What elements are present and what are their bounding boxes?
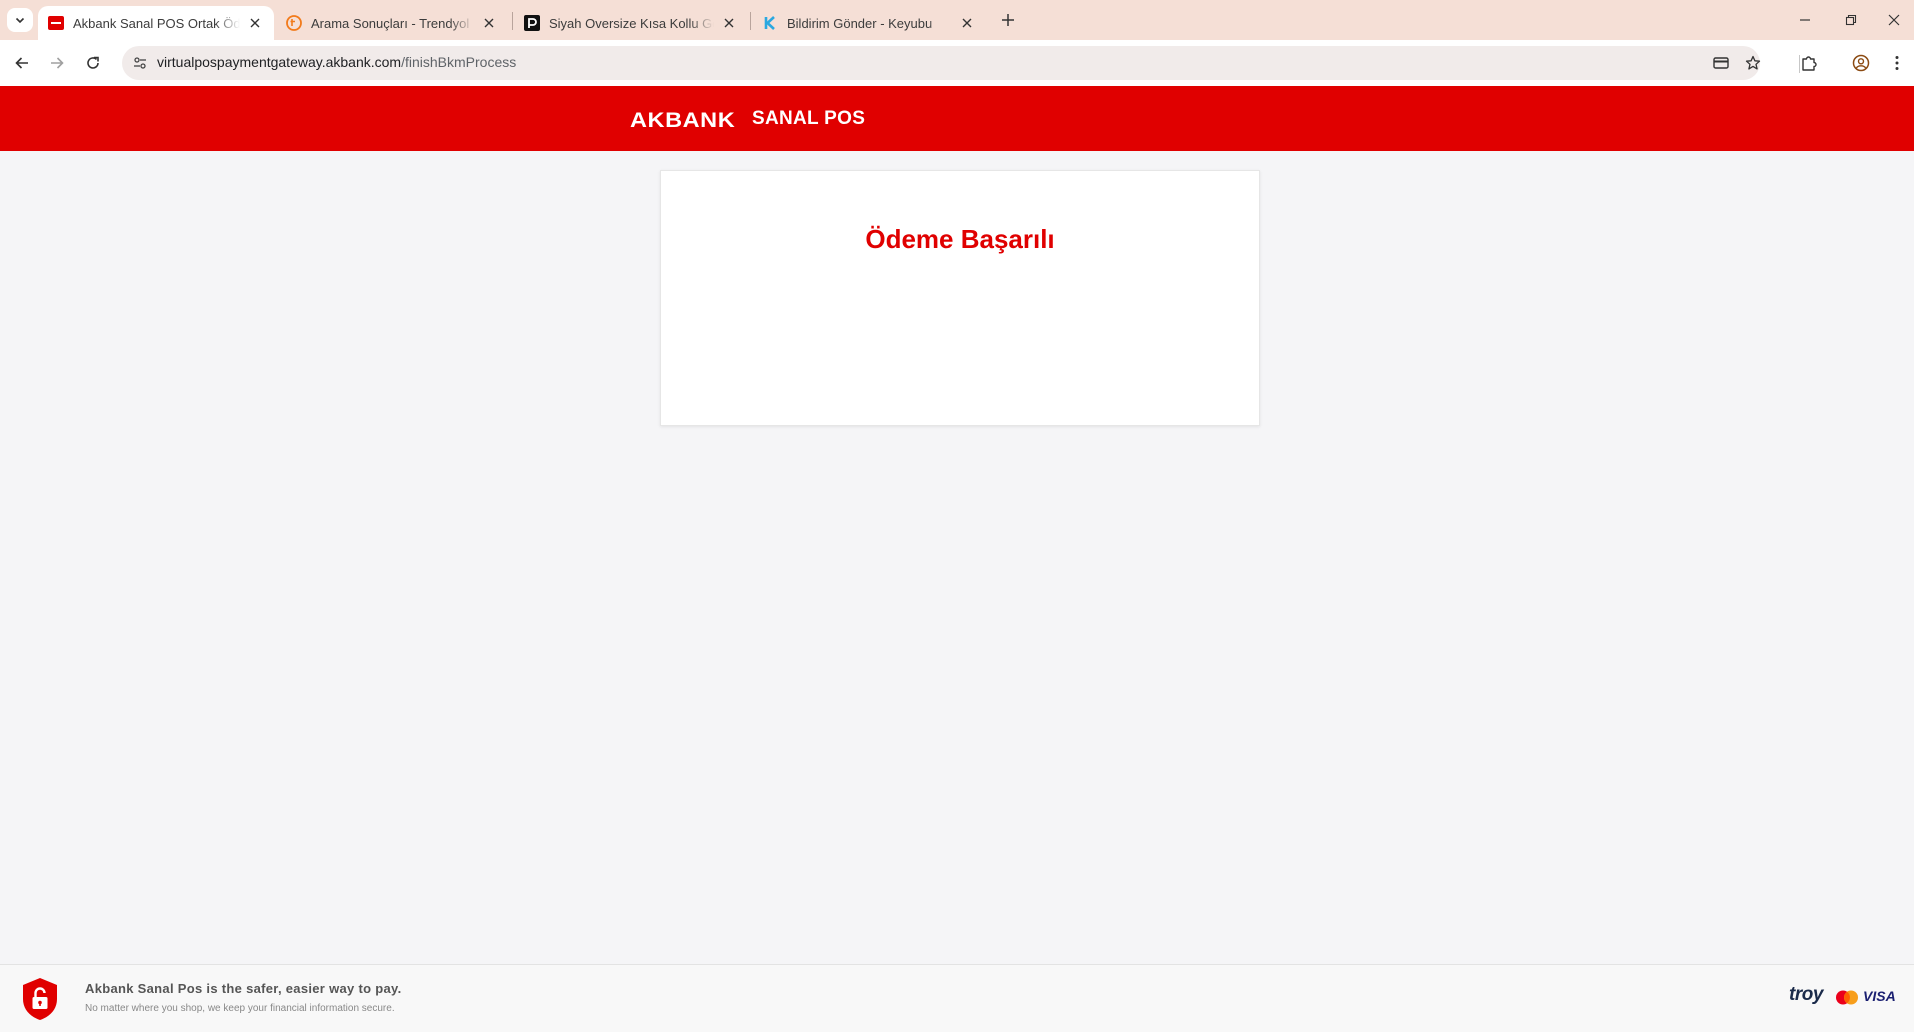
- visa-logo: VISA: [1863, 988, 1896, 1004]
- toolbar-divider: [1799, 55, 1800, 73]
- tab-separator: [512, 12, 513, 30]
- close-icon[interactable]: [720, 14, 738, 32]
- tab-trendyol[interactable]: Arama Sonuçları - Trendyol: [276, 6, 508, 40]
- profile-button[interactable]: [1846, 48, 1876, 78]
- close-icon: [1888, 14, 1900, 26]
- browser-toolbar: virtualpospaymentgateway.akbank.com/fini…: [0, 40, 1914, 86]
- browser-menu-button[interactable]: [1882, 48, 1912, 78]
- url-text: virtualpospaymentgateway.akbank.com/fini…: [157, 54, 516, 70]
- minimize-icon: [1800, 19, 1810, 21]
- forward-button[interactable]: [42, 48, 72, 78]
- tab-title: Bildirim Gönder - Keyubu: [787, 15, 933, 31]
- restore-icon: [1845, 14, 1857, 26]
- kebab-menu-icon: [1895, 56, 1899, 70]
- akbank-favicon: [48, 15, 64, 31]
- page-footer: Akbank Sanal Pos is the safer, easier wa…: [0, 964, 1914, 1032]
- url-host: virtualpospaymentgateway.akbank.com: [157, 54, 402, 70]
- tab-akbank[interactable]: Akbank Sanal POS Ortak Ödeme: [38, 6, 274, 40]
- site-info-icon[interactable]: [130, 53, 150, 73]
- window-close-button[interactable]: [1874, 0, 1914, 40]
- tab-strip: Akbank Sanal POS Ortak Ödeme Arama Sonuç…: [0, 0, 1914, 40]
- akbank-logo: AKBANK: [630, 109, 736, 132]
- minimize-button[interactable]: [1782, 0, 1828, 40]
- back-button[interactable]: [7, 48, 37, 78]
- payment-success-title: Ödeme Başarılı: [865, 224, 1055, 254]
- plus-icon: [1002, 14, 1014, 26]
- tab-title: Arama Sonuçları - Trendyol: [311, 15, 470, 31]
- bookmark-star-icon[interactable]: [1743, 53, 1763, 73]
- trendyol-favicon: [286, 15, 302, 31]
- reload-button[interactable]: [78, 48, 108, 78]
- tab-title: Siyah Oversize Kısa Kollu Gömlek: [549, 15, 714, 31]
- reload-icon: [87, 56, 99, 69]
- footer-subtext: No matter where you shop, we keep your f…: [85, 1003, 395, 1014]
- restore-button[interactable]: [1828, 0, 1874, 40]
- url-path: /finishBkmProcess: [401, 54, 517, 70]
- address-bar[interactable]: virtualpospaymentgateway.akbank.com/fini…: [122, 46, 1763, 80]
- tab-pierre-cardin[interactable]: Siyah Oversize Kısa Kollu Gömlek: [514, 6, 748, 40]
- payment-result-card: Ödeme Başarılı: [660, 170, 1260, 426]
- new-tab-button[interactable]: [995, 8, 1021, 32]
- arrow-right-icon: [51, 57, 64, 69]
- account-circle-icon: [1852, 54, 1870, 72]
- keyubu-favicon: [762, 15, 778, 31]
- close-icon[interactable]: [246, 14, 264, 32]
- troy-logo: troy: [1789, 984, 1823, 1005]
- footer-tagline: Akbank Sanal Pos is the safer, easier wa…: [85, 981, 402, 996]
- pierre-cardin-favicon: [524, 15, 540, 31]
- tab-search-button[interactable]: [7, 8, 33, 32]
- product-name: SANAL POS: [752, 108, 866, 129]
- mastercard-logo-icon: [1836, 990, 1858, 1005]
- tab-title: Akbank Sanal POS Ortak Ödeme: [73, 15, 240, 31]
- akbank-header: AKBANK SANAL POS: [0, 86, 1914, 151]
- close-icon[interactable]: [480, 14, 498, 32]
- puzzle-icon: [1802, 56, 1817, 71]
- saved-cards-icon[interactable]: [1711, 53, 1731, 73]
- close-icon[interactable]: [958, 14, 976, 32]
- arrow-left-icon: [15, 57, 28, 69]
- secure-lock-shield-icon: [23, 978, 57, 1020]
- chevron-down-icon: [15, 17, 25, 24]
- tab-separator: [750, 12, 751, 30]
- tab-keyubu[interactable]: Bildirim Gönder - Keyubu: [752, 6, 986, 40]
